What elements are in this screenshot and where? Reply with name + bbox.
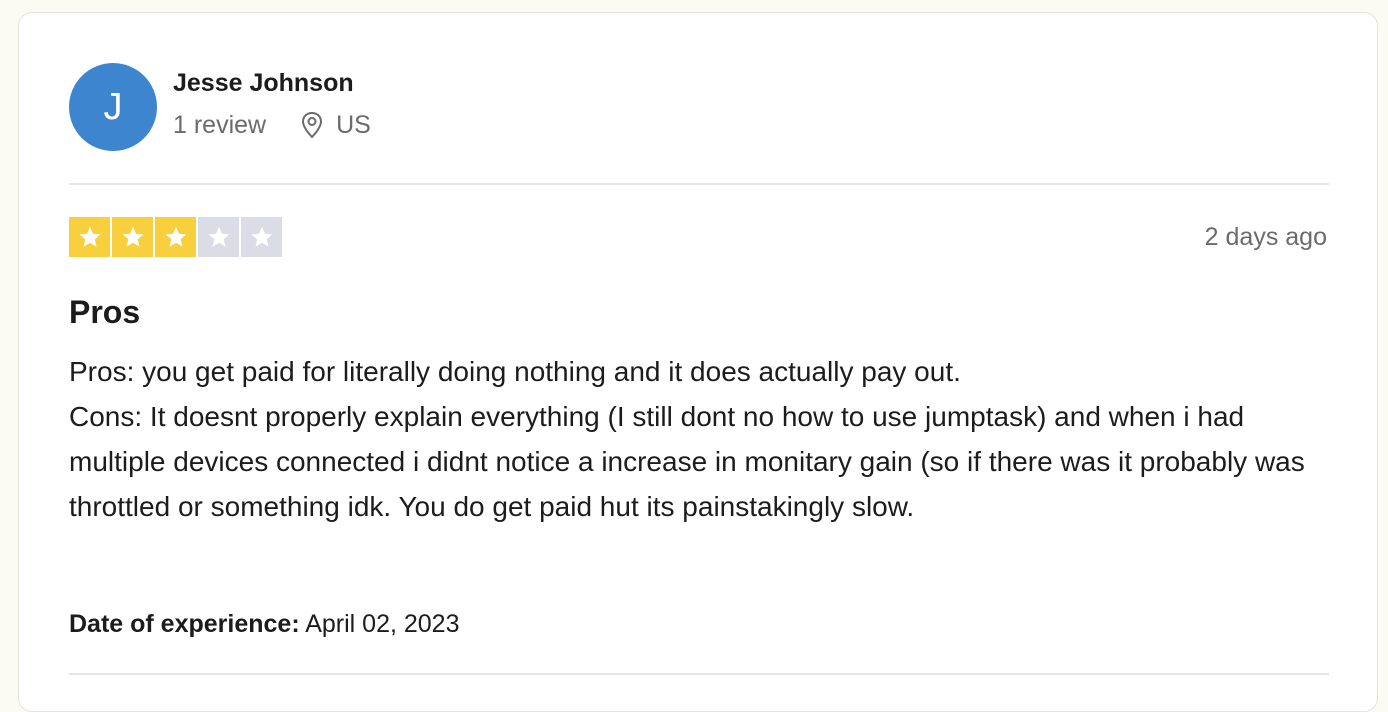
reviewer-name[interactable]: Jesse Johnson bbox=[173, 68, 371, 98]
star-icon bbox=[122, 226, 143, 247]
star-icon bbox=[79, 226, 100, 247]
star-icon bbox=[165, 226, 186, 247]
footer-divider bbox=[69, 673, 1329, 675]
date-of-experience: Date of experience: April 02, 2023 bbox=[69, 609, 460, 639]
star-box bbox=[198, 217, 239, 257]
review-body: Pros: you get paid for literally doing n… bbox=[69, 349, 1339, 529]
reviewer-location: US bbox=[300, 110, 371, 140]
review-title[interactable]: Pros bbox=[69, 293, 140, 331]
avatar-initial: J bbox=[103, 85, 123, 128]
review-body-line: Cons: It doesnt properly explain everyth… bbox=[69, 401, 1305, 522]
country-label: US bbox=[336, 111, 371, 139]
star-box bbox=[112, 217, 153, 257]
star-rating bbox=[69, 217, 282, 257]
experience-date: April 02, 2023 bbox=[305, 610, 460, 638]
consumer-info: J Jesse Johnson 1 review US bbox=[69, 63, 371, 151]
reviewer-meta: 1 review US bbox=[173, 110, 371, 140]
star-box bbox=[155, 217, 196, 257]
review-date: 2 days ago bbox=[1204, 223, 1327, 251]
review-count: 1 review bbox=[173, 111, 267, 139]
consumer-details: Jesse Johnson 1 review US bbox=[173, 68, 371, 140]
location-pin-icon bbox=[302, 111, 323, 139]
star-box bbox=[69, 217, 110, 257]
header-divider bbox=[69, 183, 1329, 185]
star-icon bbox=[208, 226, 229, 247]
experience-label: Date of experience: bbox=[69, 610, 300, 638]
review-card: J Jesse Johnson 1 review US 2 days ago P… bbox=[18, 12, 1378, 712]
star-box bbox=[241, 217, 282, 257]
review-body-line: Pros: you get paid for literally doing n… bbox=[69, 356, 961, 387]
avatar[interactable]: J bbox=[69, 63, 157, 151]
star-icon bbox=[251, 226, 272, 247]
